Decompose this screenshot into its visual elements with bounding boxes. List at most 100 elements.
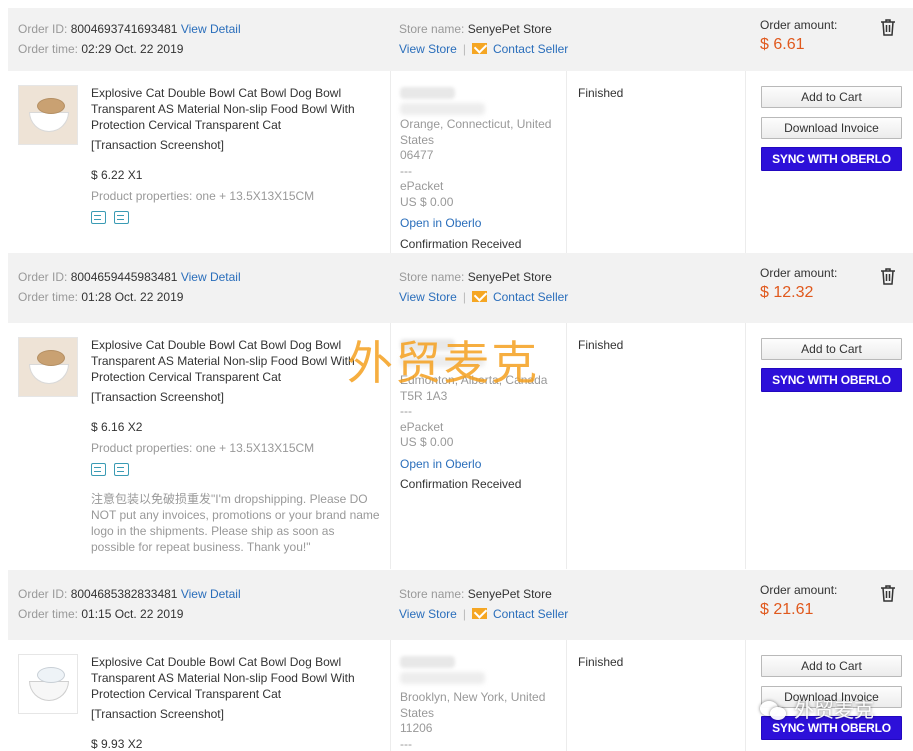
- order-time-label: Order time:: [18, 290, 79, 304]
- order-time: 01:28 Oct. 22 2019: [81, 290, 184, 304]
- invoice-icon[interactable]: [114, 211, 129, 224]
- contact-seller-link[interactable]: Contact Seller: [493, 607, 568, 621]
- separator: |: [462, 290, 466, 304]
- redacted-street: [400, 355, 485, 367]
- shipping-cost: US $ 0.00: [400, 194, 454, 209]
- price-quantity: $ 6.16 X2: [91, 420, 143, 434]
- order-body: Explosive Cat Double Bowl Cat Bowl Dog B…: [8, 640, 913, 751]
- column-divider: [390, 640, 391, 751]
- mail-icon: [471, 608, 487, 619]
- shipping-method: ePacket: [400, 419, 444, 434]
- add-to-cart-button[interactable]: Add to Cart: [761, 655, 902, 677]
- order-amount: $ 6.61: [760, 36, 805, 53]
- order-id-label: Order ID:: [18, 587, 68, 601]
- redacted-name: [400, 656, 455, 668]
- column-divider: [390, 323, 391, 569]
- snapshot-icon[interactable]: [91, 211, 106, 224]
- separator: |: [462, 607, 466, 621]
- confirmation-status: Confirmation Received: [400, 236, 522, 251]
- address-dash: ---: [400, 404, 412, 418]
- order-amount-label: Order amount:: [760, 583, 838, 597]
- order-id: 8004693741693481: [70, 22, 178, 36]
- shipping-address: Edmonton, Alberta, Canada T5R 1A3 --- eP…: [400, 337, 570, 493]
- order-time: 01:15 Oct. 22 2019: [81, 607, 184, 621]
- redacted-name: [400, 339, 455, 351]
- product-properties-label: Product properties:: [91, 189, 193, 203]
- snapshot-icon[interactable]: [91, 463, 106, 476]
- order-id: 8004659445983481: [70, 270, 178, 284]
- order-status: Finished: [578, 338, 624, 352]
- address-city: Orange, Connecticut, United States: [400, 117, 552, 147]
- open-in-oberlo-link[interactable]: Open in Oberlo: [400, 216, 481, 230]
- add-to-cart-button[interactable]: Add to Cart: [761, 86, 902, 108]
- store-name: SenyePet Store: [467, 587, 552, 601]
- shipping-cost: US $ 0.00: [400, 435, 454, 449]
- column-divider: [745, 640, 746, 751]
- download-invoice-button[interactable]: Download Invoice: [761, 686, 902, 708]
- shipping-address: Brooklyn, New York, United States 11206 …: [400, 654, 570, 751]
- redacted-name: [400, 87, 455, 99]
- order-amount: $ 12.32: [760, 284, 814, 301]
- trash-icon[interactable]: [880, 584, 896, 602]
- address-zip: 06477: [400, 148, 434, 162]
- address-dash: ---: [400, 163, 412, 178]
- product-title[interactable]: Explosive Cat Double Bowl Cat Bowl Dog B…: [91, 337, 386, 385]
- store-name: SenyePet Store: [467, 270, 552, 284]
- address-zip: 11206: [400, 721, 433, 735]
- sync-with-oberlo-button[interactable]: SYNC WITH OBERLO: [761, 147, 902, 171]
- product-properties: one + 13.5X13X15CM: [195, 189, 315, 203]
- order-id-label: Order ID:: [18, 22, 68, 36]
- transaction-screenshot-link[interactable]: [Transaction Screenshot]: [91, 389, 386, 405]
- order-body: Explosive Cat Double Bowl Cat Bowl Dog B…: [8, 323, 913, 569]
- mail-icon: [471, 43, 487, 54]
- separator: |: [462, 42, 466, 56]
- order-id-label: Order ID:: [18, 270, 68, 284]
- column-divider: [390, 71, 391, 253]
- price-quantity: $ 6.22 X1: [91, 168, 143, 182]
- add-to-cart-button[interactable]: Add to Cart: [761, 338, 902, 360]
- address-city: Brooklyn, New York, United States: [400, 690, 546, 720]
- product-thumbnail[interactable]: [18, 337, 78, 397]
- view-detail-link[interactable]: View Detail: [181, 22, 241, 36]
- order-time-label: Order time:: [18, 607, 79, 621]
- view-store-link[interactable]: View Store: [399, 607, 457, 621]
- product-thumbnail[interactable]: [18, 654, 78, 714]
- left-gutter: [0, 0, 8, 751]
- product-title[interactable]: Explosive Cat Double Bowl Cat Bowl Dog B…: [91, 85, 386, 133]
- invoice-icon[interactable]: [114, 463, 129, 476]
- store-name: SenyePet Store: [467, 22, 552, 36]
- column-divider: [745, 323, 746, 569]
- download-invoice-button[interactable]: Download Invoice: [761, 117, 902, 139]
- trash-icon[interactable]: [880, 18, 896, 36]
- shipping-address: Orange, Connecticut, United States 06477…: [400, 85, 570, 252]
- order-header: Order ID: 8004659445983481 View Detail O…: [8, 253, 913, 323]
- transaction-screenshot-link[interactable]: [Transaction Screenshot]: [91, 706, 386, 722]
- redacted-street: [400, 672, 485, 684]
- product-title[interactable]: Explosive Cat Double Bowl Cat Bowl Dog B…: [91, 654, 386, 702]
- order-amount-label: Order amount:: [760, 266, 838, 280]
- order-body: Explosive Cat Double Bowl Cat Bowl Dog B…: [8, 71, 913, 253]
- contact-seller-link[interactable]: Contact Seller: [493, 290, 568, 304]
- price-quantity: $ 9.93 X2: [91, 737, 143, 751]
- transaction-screenshot-link[interactable]: [Transaction Screenshot]: [91, 137, 386, 153]
- view-detail-link[interactable]: View Detail: [181, 587, 241, 601]
- sync-with-oberlo-button[interactable]: SYNC WITH OBERLO: [761, 716, 902, 740]
- trash-icon[interactable]: [880, 267, 896, 285]
- order-header: Order ID: 8004693741693481 View Detail O…: [8, 8, 913, 71]
- address-zip: T5R 1A3: [400, 388, 448, 403]
- column-divider: [745, 71, 746, 253]
- view-store-link[interactable]: View Store: [399, 290, 457, 304]
- sync-with-oberlo-button[interactable]: SYNC WITH OBERLO: [761, 368, 902, 392]
- open-in-oberlo-link[interactable]: Open in Oberlo: [400, 457, 481, 471]
- store-name-label: Store name:: [399, 270, 465, 284]
- product-thumbnail[interactable]: [18, 85, 78, 145]
- product-properties-label: Product properties:: [91, 441, 193, 455]
- order-time: 02:29 Oct. 22 2019: [81, 42, 184, 56]
- contact-seller-link[interactable]: Contact Seller: [493, 42, 568, 56]
- redacted-street: [400, 103, 485, 115]
- shipping-method: ePacket: [400, 179, 444, 193]
- buyer-note: 注意包装以免破损重发"I'm dropshipping. Please DO N…: [91, 492, 380, 554]
- store-name-label: Store name:: [399, 22, 465, 36]
- view-detail-link[interactable]: View Detail: [181, 270, 241, 284]
- view-store-link[interactable]: View Store: [399, 42, 457, 56]
